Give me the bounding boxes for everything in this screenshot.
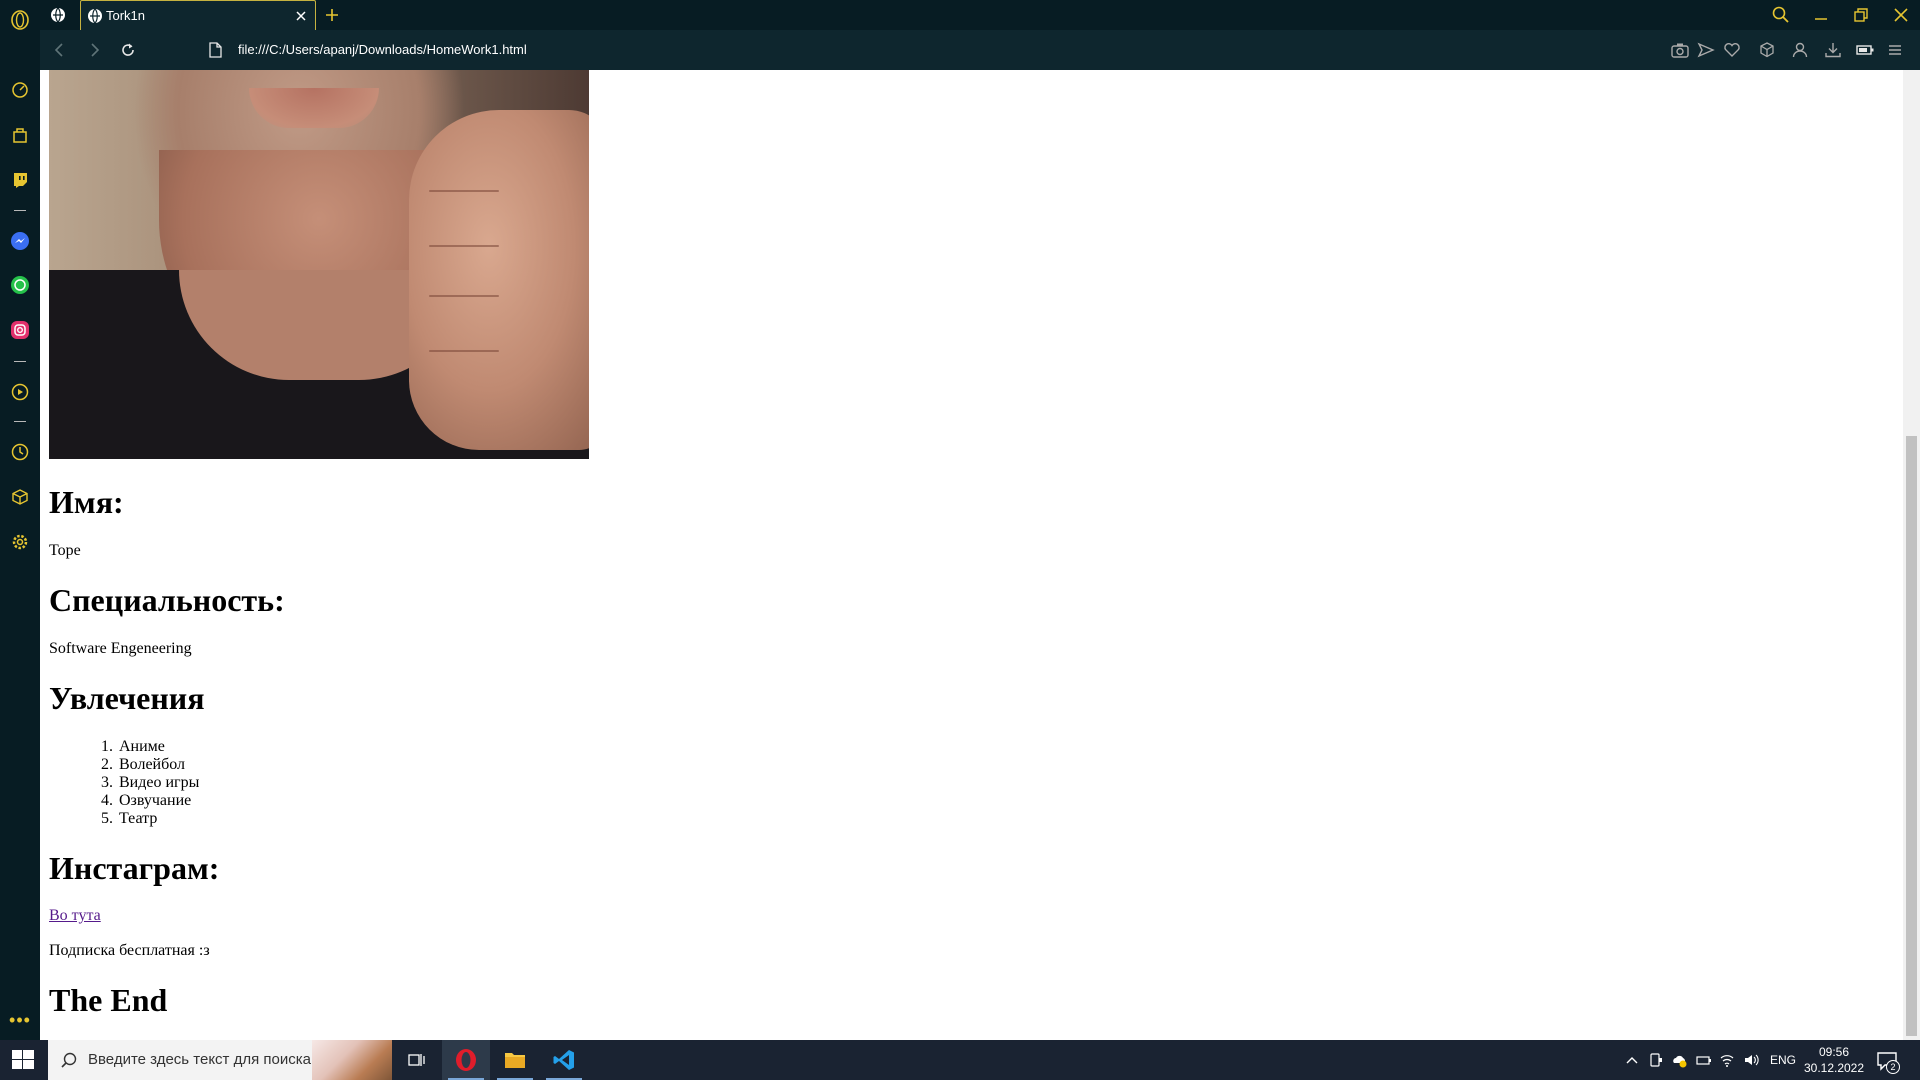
hobbies-heading: Увлечения — [49, 680, 205, 716]
close-tab-icon[interactable] — [293, 8, 309, 24]
whatsapp-icon[interactable] — [10, 275, 30, 295]
tray-volume-icon[interactable] — [1743, 1052, 1759, 1068]
tray-battery-icon[interactable] — [1696, 1052, 1712, 1068]
more-icon[interactable]: ••• — [8, 1010, 32, 1031]
end-heading: The End — [49, 982, 168, 1018]
list-item: 2. Волейбол — [101, 756, 186, 773]
minimize-icon[interactable] — [1811, 5, 1831, 25]
tray-date: 30.12.2022 — [1803, 1061, 1865, 1075]
restore-icon[interactable] — [1851, 5, 1871, 25]
player-icon[interactable] — [10, 382, 30, 402]
sidebar-separator — [14, 361, 26, 362]
hobbies-list: 1. Аниме 2. Волейбол 3. Видео игры 4. Озвуча… — [89, 738, 199, 828]
back-icon[interactable] — [50, 40, 70, 60]
list-item: 4. Озвучание — [101, 792, 192, 809]
profile-icon[interactable] — [1790, 40, 1810, 60]
list-item: 5. Театр — [101, 810, 158, 827]
opera-sidebar: ••• — [0, 0, 40, 1040]
battery-icon[interactable] — [1855, 40, 1875, 60]
search-placeholder: Введите здесь текст для поиска — [88, 1051, 311, 1068]
instagram-icon[interactable] — [10, 320, 30, 340]
tray-device-icon[interactable] — [1648, 1052, 1664, 1068]
reload-icon[interactable] — [118, 40, 138, 60]
bag-icon[interactable] — [10, 125, 30, 145]
search-highlight-image — [312, 1040, 392, 1080]
download-icon[interactable] — [1823, 40, 1843, 60]
address-bar: file:///C:/Users/apanj/Downloads/HomeWor… — [40, 30, 1920, 70]
tray-chevron-up-icon[interactable] — [1624, 1052, 1640, 1068]
search-icon — [60, 1051, 78, 1069]
taskbar-opera[interactable] — [442, 1040, 490, 1080]
sidebar-separator — [14, 421, 26, 422]
send-icon[interactable] — [1696, 40, 1716, 60]
subscription-note: Подписка бесплатная :з — [49, 942, 210, 959]
instagram-link[interactable]: Во тута — [49, 907, 101, 925]
messenger-icon[interactable] — [10, 231, 30, 251]
tray-cloud-warning-icon[interactable] — [1671, 1052, 1687, 1068]
url-field[interactable]: file:///C:/Users/apanj/Downloads/HomeWor… — [195, 36, 1195, 64]
opera-logo-icon[interactable] — [10, 10, 30, 30]
specialty-heading: Специальность: — [49, 582, 285, 618]
list-item: 1. Аниме — [101, 738, 165, 755]
sidebar-separator — [14, 210, 26, 211]
tab-strip: Tork1n — [40, 0, 1920, 30]
tab-tork1n[interactable]: Tork1n — [80, 0, 316, 30]
heart-icon[interactable] — [1722, 40, 1742, 60]
taskbar-file-explorer[interactable] — [491, 1040, 539, 1080]
name-value: Tope — [49, 542, 81, 559]
speed-dial-tab-icon[interactable] — [48, 5, 68, 25]
profile-photo — [49, 70, 589, 459]
notification-badge: 2 — [1886, 1060, 1900, 1074]
tray-language[interactable]: ENG — [1770, 1053, 1796, 1067]
windows-start-icon[interactable] — [12, 1050, 34, 1070]
windows-taskbar: Введите здесь текст для поиска ENG 09:56… — [0, 1040, 1920, 1080]
web-page: Имя: Tope Специальность: Software Engene… — [40, 70, 1920, 1040]
search-icon[interactable] — [1771, 5, 1791, 25]
tab-title: Tork1n — [106, 8, 146, 23]
menu-icon[interactable] — [1885, 40, 1905, 60]
speed-dial-icon[interactable] — [10, 80, 30, 100]
taskbar-vscode[interactable] — [540, 1040, 588, 1080]
page-scrollbar[interactable] — [1903, 70, 1920, 1040]
specialty-value: Software Engeneering — [49, 640, 192, 657]
name-heading: Имя: — [49, 484, 124, 520]
camera-icon[interactable] — [1670, 40, 1690, 60]
twitch-icon[interactable] — [10, 170, 30, 190]
settings-icon[interactable] — [10, 532, 30, 552]
tray-time: 09:56 — [1818, 1045, 1850, 1059]
close-window-icon[interactable] — [1891, 5, 1911, 25]
history-icon[interactable] — [10, 442, 30, 462]
tray-wifi-icon[interactable] — [1719, 1052, 1735, 1068]
taskbar-search[interactable]: Введите здесь текст для поиска — [48, 1040, 392, 1080]
url-text: file:///C:/Users/apanj/Downloads/HomeWor… — [238, 42, 527, 57]
scrollbar-thumb[interactable] — [1906, 436, 1917, 1036]
new-tab-icon[interactable] — [322, 5, 342, 25]
globe-icon — [87, 8, 103, 24]
cube-icon[interactable] — [1757, 40, 1777, 60]
cube-icon[interactable] — [10, 487, 30, 507]
task-view-icon[interactable] — [392, 1040, 440, 1080]
tray-clock[interactable]: 09:56 30.12.2022 — [1800, 1044, 1868, 1076]
forward-icon[interactable] — [84, 40, 104, 60]
page-icon — [207, 42, 223, 58]
instagram-heading: Инстаграм: — [49, 850, 220, 886]
list-item: 3. Видео игры — [101, 774, 200, 791]
